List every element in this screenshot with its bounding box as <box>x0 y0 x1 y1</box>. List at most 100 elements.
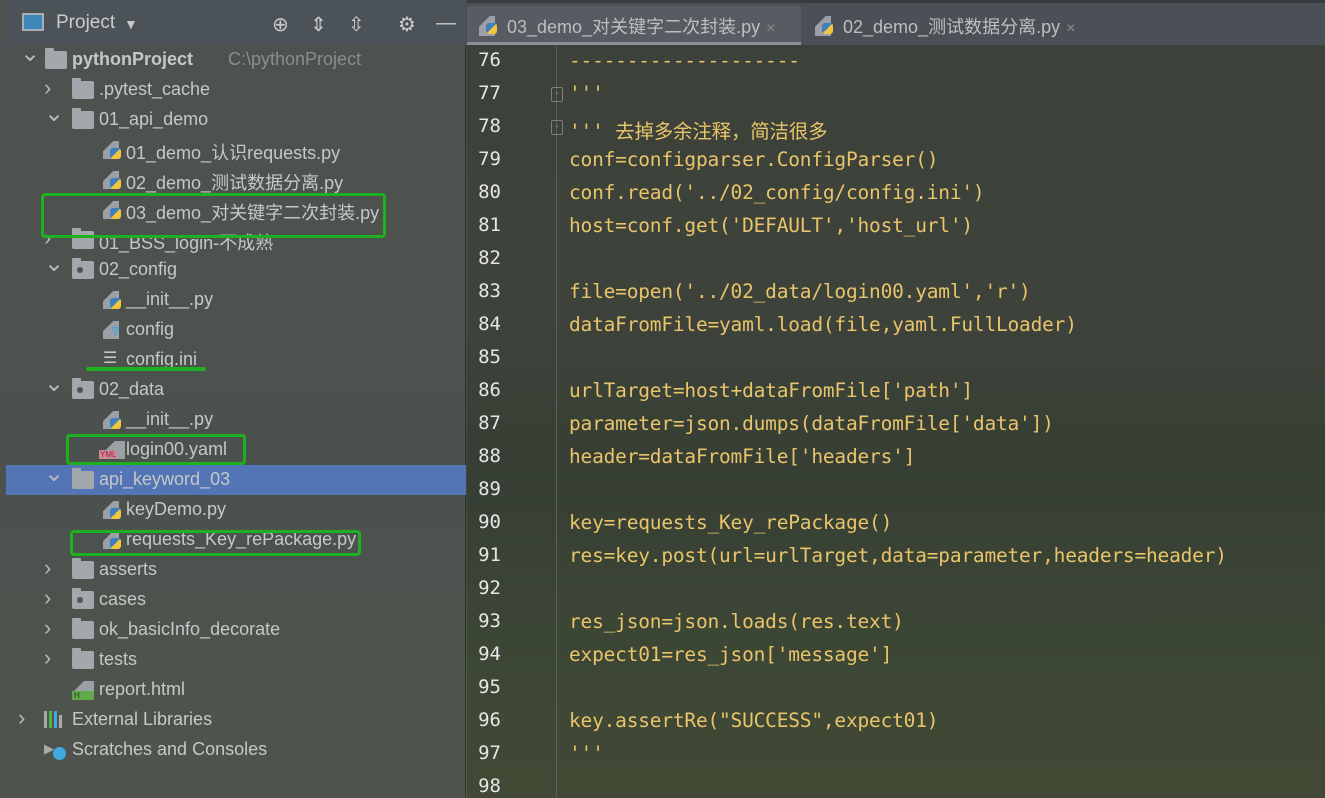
tree-item-label: asserts <box>99 559 158 579</box>
chevron-right-icon[interactable]: › <box>44 585 51 611</box>
scratches-icon: ▶ <box>44 741 66 760</box>
close-icon[interactable]: × <box>766 20 775 37</box>
annotation-box <box>66 434 246 465</box>
tree-item[interactable]: Hreport.html <box>6 675 466 705</box>
fold-marker-icon[interactable]: - <box>551 120 563 135</box>
tree-item[interactable]: › .pytest_cache <box>6 75 466 105</box>
chevron-down-icon[interactable]: ⌄ <box>44 369 64 398</box>
expand-all-icon[interactable]: ⇕ <box>310 12 327 37</box>
project-view-selector[interactable]: Project <box>56 12 115 34</box>
code-line: conf=configparser.ConfigParser() <box>569 148 939 171</box>
tree-item[interactable]: › cases <box>6 585 466 615</box>
code-line: dataFromFile=yaml.load(file,yaml.FullLoa… <box>569 313 1077 336</box>
chevron-down-icon[interactable]: ⌄ <box>20 39 40 68</box>
tree-item-label: report.html <box>99 679 186 699</box>
editor-tabs: 03_demo_对关键字二次封装.py × 02_demo_测试数据分离.py × <box>467 0 1325 45</box>
tree-item-label: keyDemo.py <box>126 499 227 519</box>
html-icon: H <box>72 681 94 700</box>
tab-03-demo[interactable]: 03_demo_对关键字二次封装.py × <box>467 6 801 45</box>
code-line: ''' <box>569 742 604 765</box>
line-number: 97 <box>478 742 501 764</box>
chevron-down-icon[interactable]: ⌄ <box>44 249 64 278</box>
line-number: 94 <box>478 643 501 665</box>
code-line: -------------------- <box>569 49 800 72</box>
gutter-divider <box>556 45 557 798</box>
line-number: 95 <box>478 676 501 698</box>
line-number: 81 <box>478 214 501 236</box>
tree-root-pythonproject[interactable]: ⌄ pythonProject C:\pythonProject <box>6 40 466 75</box>
tree-item-label: .pytest_cache <box>99 79 211 99</box>
tree-item[interactable]: › asserts <box>6 555 466 585</box>
python-file-icon <box>815 16 833 36</box>
tree-item-label: 02_config <box>99 259 178 279</box>
close-icon[interactable]: × <box>1066 20 1075 37</box>
code-line: key=requests_Key_rePackage() <box>569 511 893 534</box>
code-line: ''' <box>569 82 604 105</box>
unknown-icon: ? <box>103 321 120 339</box>
chevron-right-icon[interactable]: › <box>44 645 51 671</box>
chevron-right-icon[interactable]: › <box>44 555 51 581</box>
code-editor[interactable]: - - 76 -------------------- 77 ''' 78 ''' 去掉多… <box>467 45 1325 798</box>
code-line: parameter=json.dumps(dataFromFile['data'… <box>569 412 1054 435</box>
line-number: 83 <box>478 280 501 302</box>
chevron-down-icon[interactable]: ⌄ <box>44 99 64 128</box>
folder-icon <box>72 468 94 489</box>
line-number: 85 <box>478 346 501 368</box>
tab-02-demo[interactable]: 02_demo_测试数据分离.py × <box>803 6 1093 45</box>
tree-item-label: 02_demo_测试数据分离.py <box>126 173 344 193</box>
tree-item[interactable]: 02_demo_测试数据分离.py <box>6 165 466 195</box>
code-line: res=key.post(url=urlTarget,data=paramete… <box>569 544 1227 567</box>
tree-item[interactable]: ? config <box>6 315 466 345</box>
code-line: res_json=json.loads(res.text) <box>569 610 904 633</box>
tree-scratches-consoles[interactable]: ▶ Scratches and Consoles <box>6 735 466 765</box>
code-line: conf.read('../02_config/config.ini') <box>569 181 985 204</box>
tree-external-libraries[interactable]: › External Libraries <box>6 705 466 735</box>
python-file-icon <box>479 16 497 36</box>
tree-item[interactable]: ⌄ 02_config <box>6 250 466 285</box>
folder-icon <box>45 48 67 69</box>
line-number: 76 <box>478 49 501 71</box>
tree-item[interactable]: 01_demo_认识requests.py <box>6 135 466 165</box>
tree-item-label: cases <box>99 589 147 609</box>
tree-item[interactable]: ⌄ 01_api_demo <box>6 100 466 135</box>
locate-icon[interactable]: ⊕ <box>272 12 289 37</box>
code-line: host=conf.get('DEFAULT','host_url') <box>569 214 973 237</box>
tree-item[interactable]: keyDemo.py <box>6 495 466 525</box>
project-view-icon <box>22 13 44 31</box>
chevron-right-icon[interactable]: › <box>44 615 51 641</box>
gear-icon[interactable]: ⚙ <box>398 12 416 37</box>
fold-marker-icon[interactable]: - <box>551 87 563 102</box>
tree-item[interactable]: ⌄ api_keyword_03 <box>6 460 466 495</box>
line-number: 86 <box>478 379 501 401</box>
root-path: C:\pythonProject <box>228 49 362 69</box>
line-number: 89 <box>478 478 501 500</box>
chevron-down-icon[interactable]: ⌄ <box>44 459 64 488</box>
package-icon <box>72 258 94 279</box>
line-number: 93 <box>478 610 501 632</box>
chevron-down-icon[interactable]: ▼ <box>124 16 138 32</box>
collapse-all-icon[interactable]: ⇳ <box>348 12 365 37</box>
tree-item[interactable]: › ok_basicInfo_decorate <box>6 615 466 645</box>
chevron-right-icon[interactable]: › <box>44 75 51 101</box>
tree-item-label: 01_demo_认识requests.py <box>126 143 341 163</box>
chevron-right-icon[interactable]: › <box>18 705 25 731</box>
line-number: 96 <box>478 709 501 731</box>
tree-item[interactable]: __init__.py <box>6 405 466 435</box>
tree-item-label: api_keyword_03 <box>99 469 231 489</box>
tree-item[interactable]: __init__.py <box>6 285 466 315</box>
line-number: 92 <box>478 577 501 599</box>
tab-label: 03_demo_对关键字二次封装.py <box>507 17 761 37</box>
code-line: expect01=res_json['message'] <box>569 643 893 666</box>
minimize-icon[interactable]: — <box>436 12 456 35</box>
tree-item-label: config <box>126 319 175 339</box>
line-number: 77 <box>478 82 501 104</box>
tree-item[interactable]: ⌄ 02_data <box>6 370 466 405</box>
line-number: 91 <box>478 544 501 566</box>
line-number: 84 <box>478 313 501 335</box>
folder-icon <box>72 558 94 579</box>
tree-item[interactable]: ☰ config.ini <box>6 345 466 375</box>
tree-item[interactable]: › tests <box>6 645 466 675</box>
code-line: ''' 去掉多余注释，简洁很多 <box>569 120 828 143</box>
folder-icon <box>72 108 94 129</box>
folder-icon <box>72 648 94 669</box>
